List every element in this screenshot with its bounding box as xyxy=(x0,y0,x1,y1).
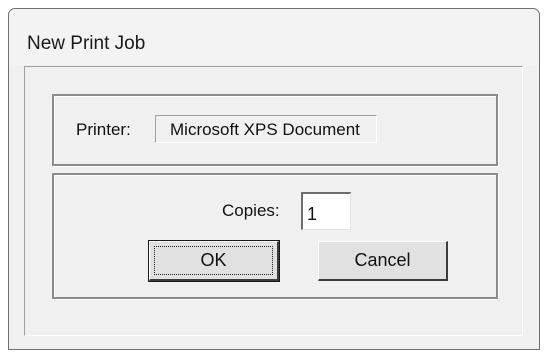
dialog-window: New Print Job Printer: Microsoft XPS Doc… xyxy=(8,8,540,350)
printer-name-field: Microsoft XPS Document xyxy=(155,115,377,143)
ok-button-label: OK xyxy=(200,250,227,270)
printer-group: Printer: Microsoft XPS Document xyxy=(52,94,498,166)
copies-input[interactable] xyxy=(301,192,351,230)
title-bar[interactable]: New Print Job xyxy=(9,9,539,65)
cancel-button[interactable]: Cancel xyxy=(318,241,448,281)
copies-group: Copies: OK Cancel xyxy=(52,173,498,299)
cancel-button-label: Cancel xyxy=(354,250,411,270)
ok-button[interactable]: OK xyxy=(149,241,279,281)
copies-label: Copies: xyxy=(222,201,280,220)
printer-label: Printer: xyxy=(76,120,131,139)
window-title: New Print Job xyxy=(27,33,146,54)
dialog-client-area: Printer: Microsoft XPS Document Copies: … xyxy=(24,66,523,336)
